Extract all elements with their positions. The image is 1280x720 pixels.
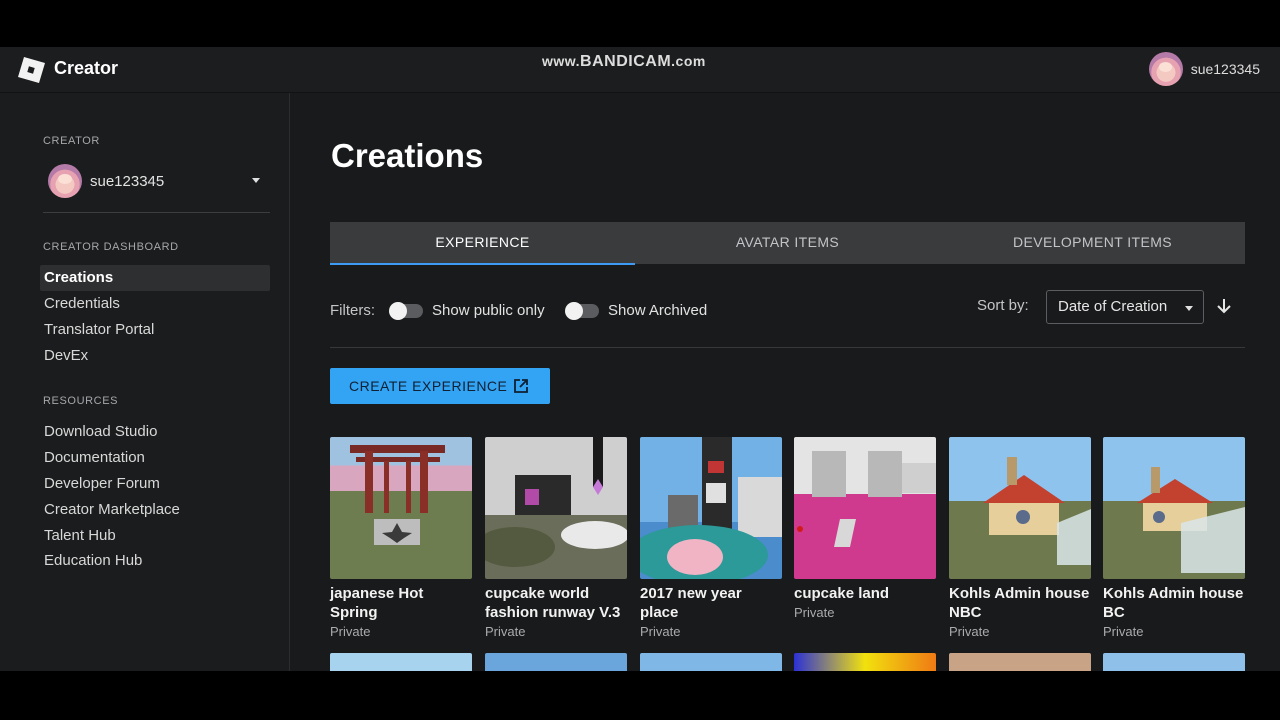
creator-username: sue123345 [90,172,165,190]
create-experience-button[interactable]: CREATE EXPERIENCE [330,368,550,404]
experience-thumbnail[interactable] [794,653,936,671]
sidebar-item-developer-forum[interactable]: Developer Forum [40,471,270,497]
sidebar-item-education-hub[interactable]: Education Hub [40,548,270,574]
chevron-down-icon [252,178,260,183]
sort-direction-arrow-down-icon[interactable] [1213,295,1235,317]
avatar[interactable] [1148,52,1183,86]
account-menu[interactable]: sue123345 [1148,52,1260,86]
experience-status: Private [640,624,681,639]
divider [330,347,1245,348]
watermark-main: BANDICAM [580,53,672,70]
experience-thumbnail[interactable] [949,653,1091,671]
experience-thumbnail[interactable] [330,653,472,671]
experience-status: Private [1103,624,1144,639]
external-link-icon [514,379,528,393]
brand-name[interactable]: Creator [54,58,118,79]
divider [43,212,270,213]
experience-name[interactable]: 2017 new year place [640,584,782,622]
experience-name[interactable]: Kohls Admin house BC [1103,584,1245,622]
top-bar: Creator www.BANDICAM.com sue123345 [0,47,1280,93]
experience-thumbnail[interactable] [1103,653,1245,671]
sort-label: Sort by: [977,297,1029,314]
experience-status: Private [330,624,371,639]
watermark-suffix: .com [671,53,706,69]
sidebar-item-credentials[interactable]: Credentials [40,291,270,317]
experience-card[interactable]: japanese Hot Spring Private [330,437,472,639]
creator-selector[interactable]: sue123345 [48,162,270,200]
experience-thumbnail[interactable] [640,437,782,579]
roblox-logo-icon[interactable] [16,55,46,85]
torii-gate-icon [350,445,445,545]
experience-card[interactable]: cupcake world fashion runway V.3 Private [485,437,627,639]
runway-scene-icon [485,437,627,567]
experience-thumbnail[interactable] [949,437,1091,579]
sidebar-item-translator-portal[interactable]: Translator Portal [40,317,270,343]
house-scene-icon [983,457,1091,565]
dashboard-heading: CREATOR DASHBOARD [43,241,179,253]
creator-heading: CREATOR [43,135,100,147]
tab-development-items[interactable]: DEVELOPMENT ITEMS [940,222,1245,264]
page-title: Creations [331,137,484,174]
public-only-label[interactable]: Show public only [432,302,545,319]
house-scene-icon [1137,467,1245,573]
experience-status: Private [485,624,526,639]
sidebar-item-talent-hub[interactable]: Talent Hub [40,523,270,549]
experience-thumbnail[interactable] [485,437,627,579]
avatar [48,164,82,198]
recording-watermark: www.BANDICAM.com [542,53,706,71]
toggle-knob [565,302,583,320]
sidebar-item-download-studio[interactable]: Download Studio [40,419,270,445]
experience-card[interactable]: 2017 new year place Private [640,437,782,639]
archived-toggle[interactable] [565,302,599,320]
sidebar-item-devex[interactable]: DevEx [40,343,270,369]
chevron-down-icon [1185,306,1193,311]
experience-name[interactable]: Kohls Admin house NBC [949,584,1091,622]
experience-thumbnail[interactable] [794,437,936,579]
sidebar-item-documentation[interactable]: Documentation [40,445,270,471]
experience-card[interactable]: cupcake land Private [794,437,936,620]
tab-experience[interactable]: EXPERIENCE [330,222,635,265]
experience-thumbnail[interactable] [640,653,782,671]
experience-status: Private [949,624,990,639]
sidebar: CREATOR sue123345 CREATOR DASHBOARD Crea… [0,93,290,671]
experience-thumbnail[interactable] [1103,437,1245,579]
sort-value: Date of Creation [1058,298,1168,315]
filters-label: Filters: [330,302,375,319]
app-frame: Creator www.BANDICAM.com sue123345 CREAT… [0,47,1280,671]
top-username[interactable]: sue123345 [1191,61,1260,77]
experience-card[interactable]: Kohls Admin house NBC Private [949,437,1091,639]
toggle-knob [389,302,407,320]
create-experience-label: CREATE EXPERIENCE [349,378,508,394]
watermark-prefix: www. [542,53,581,69]
archived-label[interactable]: Show Archived [608,302,707,319]
experience-name[interactable]: cupcake land [794,584,936,603]
sidebar-item-creations[interactable]: Creations [40,265,270,291]
experience-name[interactable]: japanese Hot Spring [330,584,472,622]
experience-thumbnail[interactable] [330,437,472,579]
resources-heading: RESOURCES [43,395,119,407]
sort-select[interactable]: Date of Creation [1046,290,1204,324]
tab-avatar-items[interactable]: AVATAR ITEMS [635,222,940,264]
new-year-scene-icon [640,437,782,579]
experience-name[interactable]: cupcake world fashion runway V.3 [485,584,627,622]
tab-bar: EXPERIENCE AVATAR ITEMS DEVELOPMENT ITEM… [330,222,1245,265]
sidebar-item-creator-marketplace[interactable]: Creator Marketplace [40,497,270,523]
experience-thumbnail[interactable] [485,653,627,671]
experience-status: Private [794,605,835,620]
cupcake-land-scene-icon [797,451,936,547]
experience-card[interactable]: Kohls Admin house BC Private [1103,437,1245,639]
public-only-toggle[interactable] [389,302,423,320]
